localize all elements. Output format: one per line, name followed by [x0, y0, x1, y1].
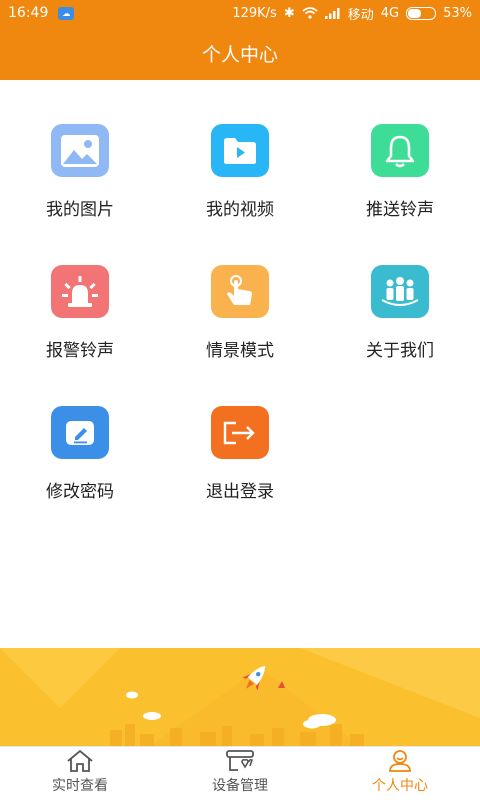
city-rocket-illustration [0, 648, 480, 746]
menu-item-label: 我的视频 [206, 200, 274, 220]
menu-grid: 我的图片 我的视频 推送铃声 报警铃声 情景模式 关于我们 修改密码 退出登录 [0, 80, 480, 648]
menu-item-alarm-ringtone[interactable]: 报警铃声 [0, 221, 160, 361]
tab-live-view[interactable]: 实时查看 [0, 747, 160, 800]
menu-item-label: 修改密码 [46, 482, 114, 502]
menu-item-change-password[interactable]: 修改密码 [0, 362, 160, 502]
cloud-icon: ☁ [58, 6, 75, 20]
menu-item-label: 推送铃声 [366, 200, 434, 220]
tab-label: 个人中心 [372, 778, 428, 794]
hand-touch-icon [211, 265, 269, 318]
device-icon [226, 750, 254, 771]
network-type: 4G [380, 5, 400, 21]
menu-item-label: 报警铃声 [46, 341, 114, 361]
tab-device-management[interactable]: 设备管理 [160, 747, 320, 800]
page-title: 个人中心 [201, 43, 278, 66]
team-icon [371, 265, 429, 318]
menu-item-my-pictures[interactable]: 我的图片 [0, 80, 160, 220]
bottom-tab-bar: 实时查看 设备管理 个人中心 [0, 746, 480, 800]
title-bar: 个人中心 [0, 26, 480, 80]
tab-label: 设备管理 [212, 778, 268, 794]
menu-item-logout[interactable]: 退出登录 [160, 362, 320, 502]
tab-personal-center[interactable]: 个人中心 [320, 747, 480, 800]
tab-label: 实时查看 [52, 778, 108, 794]
bluetooth-icon: ✱ [283, 5, 295, 21]
image-icon [51, 124, 109, 177]
menu-item-label: 退出登录 [206, 482, 274, 502]
person-icon [389, 750, 411, 772]
clock: 16:49 [8, 5, 49, 21]
battery-percent: 53% [443, 5, 472, 21]
menu-item-label: 关于我们 [366, 341, 434, 361]
menu-item-scene-mode[interactable]: 情景模式 [160, 221, 320, 361]
edit-password-icon [51, 406, 109, 459]
logout-icon [211, 406, 269, 459]
signal-icon [324, 8, 340, 19]
alarm-light-icon [51, 265, 109, 318]
menu-item-label: 我的图片 [46, 200, 114, 220]
menu-item-push-ringtone[interactable]: 推送铃声 [320, 80, 480, 220]
video-folder-icon [211, 124, 269, 177]
network-speed: 129K/s [232, 5, 277, 21]
carrier: 移动 [347, 7, 374, 23]
menu-item-about-us[interactable]: 关于我们 [320, 221, 480, 361]
bell-icon [371, 124, 429, 177]
status-bar: 16:49 ☁ 129K/s ✱ 移动 4G 53% [0, 0, 480, 26]
wifi-icon [302, 7, 318, 19]
battery-icon [406, 6, 437, 20]
home-icon [67, 749, 93, 772]
menu-item-label: 情景模式 [206, 341, 274, 361]
menu-item-my-videos[interactable]: 我的视频 [160, 80, 320, 220]
decorative-banner [0, 648, 480, 746]
